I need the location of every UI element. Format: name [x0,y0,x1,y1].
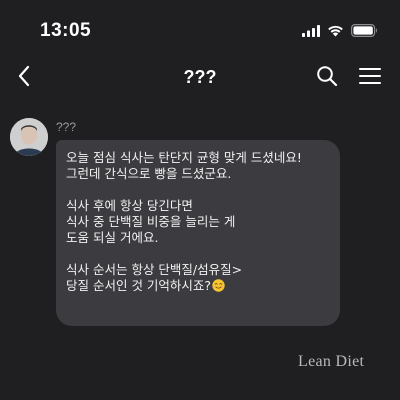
message-line: 도움 되실 거에요. [66,230,159,245]
message-line: 식사 중 단백질 비중을 늘리는 게 [66,214,236,229]
sender-name: ??? [56,120,77,134]
status-time: 13:05 [40,20,92,41]
message-line-text: 당질 순서인 것 기억하시죠? [66,278,212,293]
message-line: 식사 순서는 항상 단백질/섬유질> [66,262,243,277]
status-icons [302,22,378,40]
hamburger-menu-icon [358,66,382,90]
nav-bar: ??? [0,58,400,98]
battery-icon [351,22,378,41]
message-last-line: 당질 순서인 것 기억하시죠? [66,278,330,294]
message-line: 그런데 간식으로 빵을 드셨군요. [66,166,232,181]
chat-title: ??? [183,67,217,87]
message-line: 식사 후에 항상 당긴다면 [66,198,193,213]
wifi-icon [327,22,344,41]
smiling-face-emoji-icon [212,279,225,292]
search-button[interactable] [314,65,340,91]
chat-screen: 13:05 ??? ??? 오늘 점심 식사는 탄단지 균형 맞게 드셨네요! … [0,0,400,400]
cellular-signal-icon [302,22,320,41]
status-bar: 13:05 [0,0,400,62]
menu-button[interactable] [356,65,384,91]
message-bubble[interactable]: 오늘 점심 식사는 탄단지 균형 맞게 드셨네요! 그런데 간식으로 빵을 드셨… [56,140,340,326]
message-line: 오늘 점심 식사는 탄단지 균형 맞게 드셨네요! [66,150,302,165]
search-icon [316,65,338,91]
watermark-logo: Lean Diet [298,353,365,370]
avatar[interactable] [10,118,48,156]
avatar-image [10,118,48,156]
